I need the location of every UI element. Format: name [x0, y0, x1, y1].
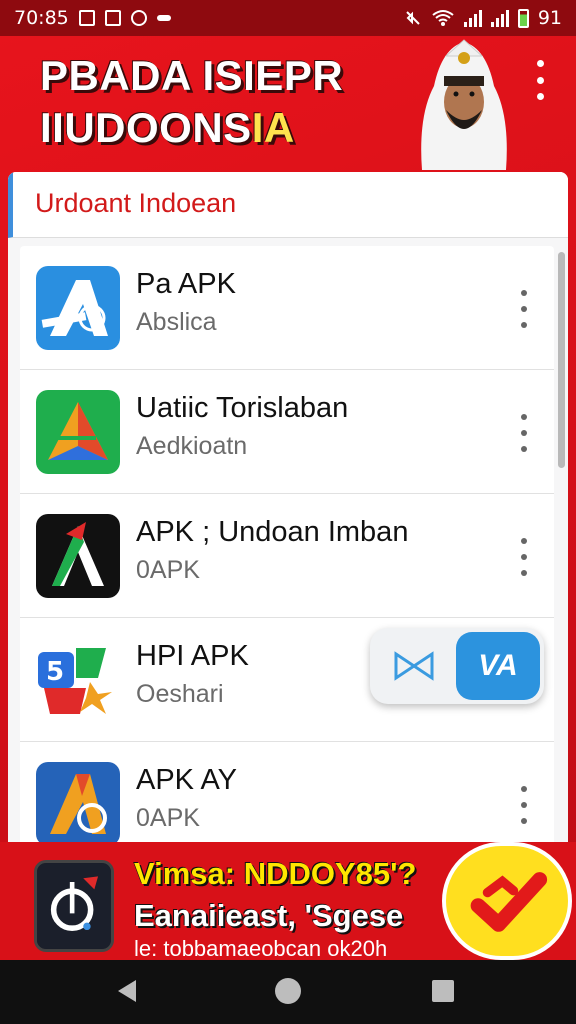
view-toggle[interactable]: VA [370, 628, 544, 704]
status-left: 70:85 [14, 7, 171, 29]
list-item[interactable]: Uatiic Torislaban Aedkioatn [20, 370, 554, 494]
number-5-app-icon: 5 [36, 638, 120, 722]
banner-headline: Vimsa: NDDOY85'? [134, 856, 417, 891]
app-header: PBADA ISIEPR IIUDOONSIA [0, 36, 576, 176]
app-name: HPI APK [136, 640, 249, 672]
main-card: Urdoant Indoean Pa APK Abslica Uatiic To… [8, 172, 568, 858]
back-icon[interactable] [118, 980, 136, 1002]
black-a-app-icon [36, 514, 120, 598]
item-more-icon[interactable] [514, 290, 534, 328]
list-item[interactable]: 5 HPI APK Oeshari VA [20, 618, 554, 742]
message-icon [156, 15, 171, 21]
header-title-accent: IA [251, 104, 295, 151]
tab-header[interactable]: Urdoant Indoean [8, 172, 568, 238]
status-bar: 70:85 91 [0, 0, 576, 36]
svg-text:5: 5 [46, 657, 64, 687]
header-title-line1: PBADA ISIEPR [40, 52, 344, 99]
triangle-app-icon [36, 390, 120, 474]
blue-a-app-icon [36, 762, 120, 846]
app-subtitle: Abslica [136, 308, 217, 336]
status-time: 70:85 [14, 7, 69, 29]
app-subtitle: Aedkioatn [136, 432, 248, 460]
home-icon[interactable] [275, 978, 301, 1004]
gallery-icon [104, 10, 121, 26]
header-title-main: IIUDOONS [40, 104, 252, 151]
battery-level: 91 [537, 7, 562, 29]
app-name: APK AY [136, 764, 238, 796]
alarm-icon [130, 10, 147, 26]
bowtie-icon[interactable] [390, 650, 438, 682]
list-item[interactable]: APK AY 0APK [20, 742, 554, 858]
list-scrollbar[interactable] [558, 252, 565, 468]
dark-app-icon [34, 860, 114, 952]
status-right: 91 [404, 7, 562, 29]
item-more-icon[interactable] [514, 538, 534, 576]
checkmark-badge-icon[interactable] [442, 842, 572, 960]
app-subtitle: 0APK [136, 556, 200, 584]
signal-icon [463, 9, 482, 27]
banner-subheadline: Eanaiieast, 'Sgese [134, 898, 404, 933]
recent-apps-icon[interactable] [432, 980, 454, 1002]
item-more-icon[interactable] [514, 414, 534, 452]
toggle-active-button[interactable]: VA [456, 632, 540, 700]
app-screen: 70:85 91 PBADA ISIEPR IIUDOONSIA Urdoant… [0, 0, 576, 1024]
tab-label: Urdoant Indoean [35, 188, 237, 218]
app-list: Pa APK Abslica Uatiic Torislaban Aedkioa… [20, 246, 554, 858]
person-avatar-icon [421, 39, 507, 170]
app-subtitle: Oeshari [136, 680, 224, 708]
app-name: Uatiic Torislaban [136, 392, 349, 424]
signal-icon-2 [490, 9, 509, 27]
app-name: APK ; Undoan Imban [136, 516, 409, 548]
notification-icon [78, 10, 95, 26]
system-nav-bar [0, 960, 576, 1024]
app-subtitle: 0APK [136, 804, 200, 832]
app-store-a-icon [36, 266, 120, 350]
promo-banner[interactable]: Vimsa: NDDOY85'? Eanaiieast, 'Sgese le: … [0, 842, 576, 961]
item-more-icon[interactable] [514, 786, 534, 824]
overflow-menu-icon[interactable] [528, 60, 552, 100]
battery-icon [517, 8, 529, 28]
app-name: Pa APK [136, 268, 236, 300]
wifi-icon [432, 10, 454, 26]
banner-caption: le: tobbamaeobcan ok20h [134, 936, 388, 961]
list-item[interactable]: APK ; Undoan Imban 0APK [20, 494, 554, 618]
header-title-line2: IIUDOONSIA [40, 104, 295, 152]
mute-icon [406, 11, 420, 25]
list-item[interactable]: Pa APK Abslica [20, 246, 554, 370]
